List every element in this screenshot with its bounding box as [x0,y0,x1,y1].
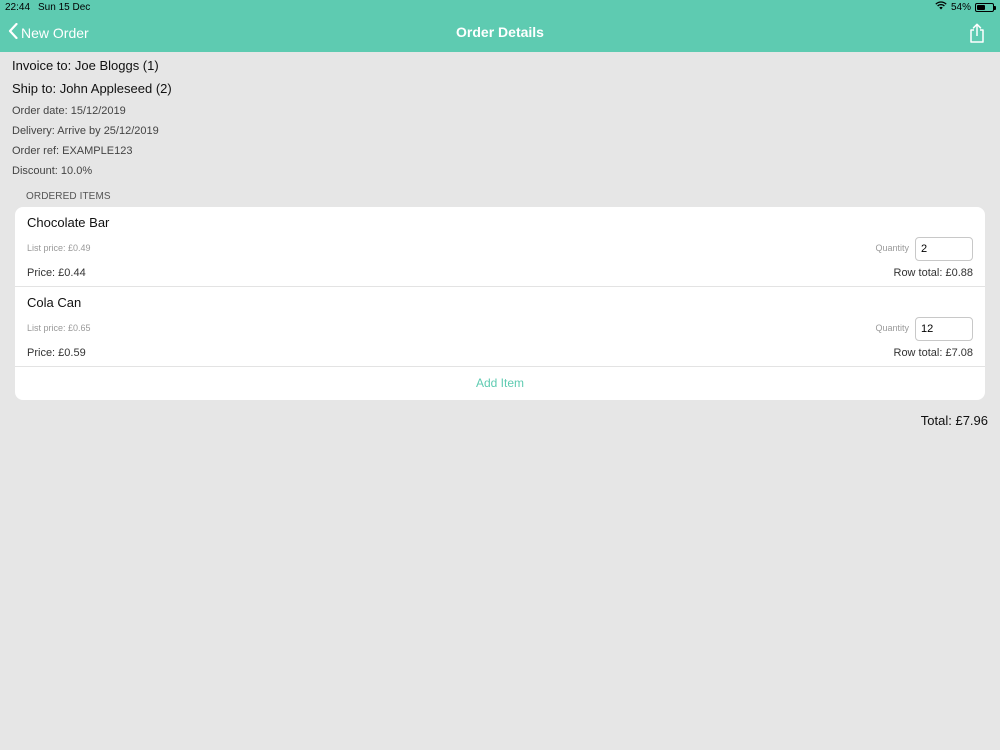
share-icon [969,23,985,47]
status-date: Sun 15 Dec [38,2,91,13]
status-time: 22:44 [5,2,31,13]
navigation-bar: New Order Order Details [0,14,1000,52]
item-row-total: Row total: £7.08 [893,347,974,359]
list-item[interactable]: Cola Can List price: £0.65 Quantity Pric… [15,287,985,367]
order-total: Total: £7.96 [920,413,988,428]
battery-percent: 54% [950,1,971,13]
item-list-price: List price: £0.65 [27,323,91,333]
ship-to: Ship to: John Appleseed (2) [12,81,172,96]
discount: Discount: 10.0% [12,165,93,177]
wifi-icon [935,1,947,13]
order-ref: Order ref: EXAMPLE123 [12,145,133,157]
quantity-input[interactable] [915,237,973,261]
delivery-date: Delivery: Arrive by 25/12/2019 [12,125,159,137]
item-name: Cola Can [27,295,82,310]
quantity-input[interactable] [915,317,973,341]
order-info: Invoice to: Joe Bloggs (1) Ship to: John… [12,58,172,184]
quantity-label: Quantity [875,243,909,253]
battery-icon [975,2,996,12]
add-item-button[interactable]: Add Item [15,367,985,399]
invoice-to: Invoice to: Joe Bloggs (1) [12,58,159,73]
status-indicators: 54% [935,1,996,13]
list-item[interactable]: Chocolate Bar List price: £0.49 Quantity… [15,207,985,287]
page-title: Order Details [456,24,544,40]
battery-level [977,4,986,10]
share-button[interactable] [969,23,985,48]
item-name: Chocolate Bar [27,215,110,230]
quantity-label: Quantity [875,323,909,333]
ordered-items-header: ORDERED ITEMS [26,191,111,202]
status-bar: 22:44 Sun 15 Dec 54% [0,0,1000,14]
item-price: Price: £0.59 [27,347,86,359]
item-price: Price: £0.44 [27,267,86,279]
item-row-total: Row total: £0.88 [893,267,974,279]
order-date: Order date: 15/12/2019 [12,105,126,117]
item-list-price: List price: £0.49 [27,243,91,253]
ordered-items-list: Chocolate Bar List price: £0.49 Quantity… [15,207,985,400]
